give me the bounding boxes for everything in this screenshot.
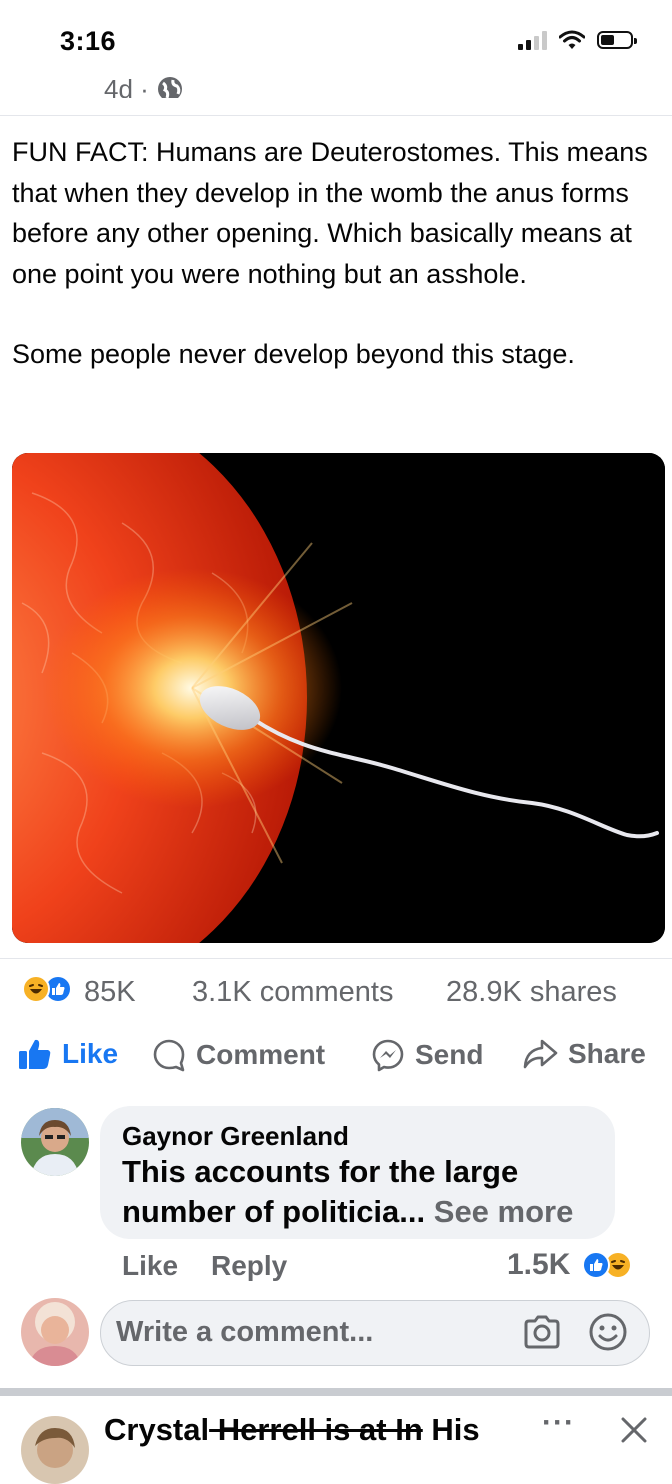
more-options-button[interactable]: ··· [542,1406,575,1440]
globe-icon [157,77,182,98]
thumbs-up-icon [19,1039,51,1069]
like-label: Like [62,1038,119,1069]
post-image[interactable] [12,453,665,943]
comment-reply-button[interactable]: Reply [211,1250,287,1282]
send-label: Send [415,1039,484,1070]
camera-icon[interactable] [522,1312,562,1357]
comments-count[interactable]: 3.1K comments [192,976,393,1009]
comment-text: This accounts for the large number of po… [122,1152,602,1232]
comment-button[interactable]: Comment [152,1038,325,1072]
post-meta: 4d · [104,72,183,98]
section-divider [0,1388,672,1396]
reaction-count[interactable]: 85K [84,976,136,1009]
post-text: FUN FACT: Humans are Deuterostomes. This… [12,132,657,375]
status-time: 3:16 [60,26,117,56]
cellular-signal-icon [518,30,547,50]
comment-icon [153,1039,185,1072]
see-more-link[interactable]: See more [434,1194,574,1229]
reaction-icons[interactable] [22,975,72,1003]
avatar[interactable] [21,1298,89,1366]
like-reaction-icon [582,1251,610,1279]
avatar[interactable] [21,1416,89,1484]
battery-icon [597,31,637,49]
messenger-icon [372,1039,404,1072]
like-button[interactable]: Like [18,1038,118,1070]
divider [0,958,672,959]
post-text-paragraph: Some people never develop beyond this st… [12,339,575,369]
comment-reaction-icons[interactable] [582,1251,632,1279]
post-text-paragraph: FUN FACT: Humans are Deuterostomes. This… [12,137,648,289]
close-icon[interactable] [618,1414,650,1451]
next-post-author[interactable]: Crystal Herrell is at In His [104,1412,480,1448]
share-label: Share [568,1038,646,1069]
wifi-icon [559,30,585,49]
shares-count[interactable]: 28.9K shares [446,976,617,1009]
comment-author[interactable]: Gaynor Greenland [122,1121,349,1152]
comment-reaction-count[interactable]: 1.5K [507,1248,570,1282]
comment-input-placeholder[interactable]: Write a comment... [116,1316,373,1349]
comment-label: Comment [196,1039,326,1070]
share-icon [523,1039,558,1069]
emoji-icon[interactable] [588,1312,628,1357]
send-button[interactable]: Send [371,1038,483,1072]
haha-reaction-icon [22,975,50,1003]
status-icons [518,30,637,50]
comment-like-button[interactable]: Like [122,1250,178,1282]
avatar[interactable] [21,1108,89,1176]
post-time: 4d · [104,74,149,98]
share-button[interactable]: Share [522,1038,646,1070]
divider [0,115,672,116]
